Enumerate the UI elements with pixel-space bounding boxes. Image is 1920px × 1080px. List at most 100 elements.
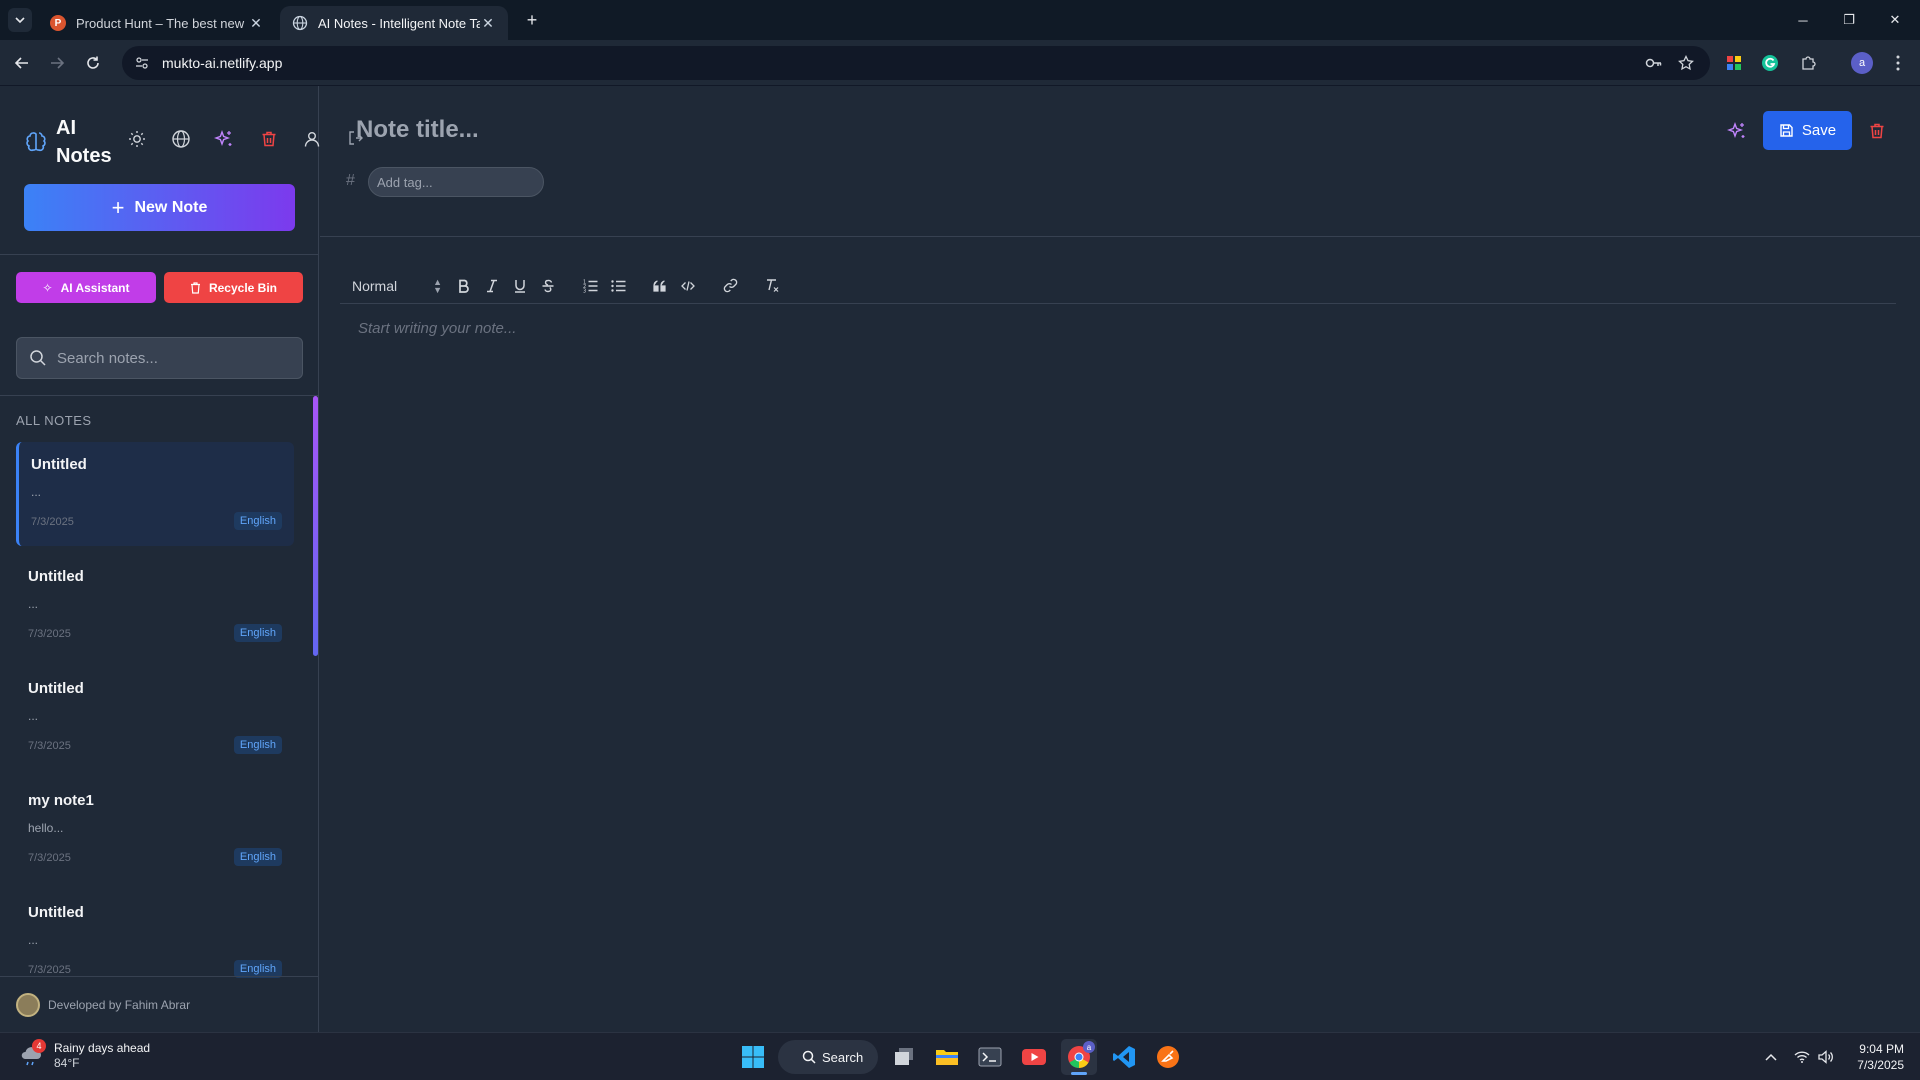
browser-toolbar: mukto-ai.netlify.app a — [0, 40, 1920, 86]
close-window-button[interactable]: ✕ — [1872, 0, 1918, 40]
new-tab-button[interactable]: + — [520, 8, 544, 32]
clock[interactable]: 9:04 PM 7/3/2025 — [1848, 1041, 1904, 1073]
search-icon — [802, 1050, 816, 1064]
note-language-badge: English — [233, 624, 282, 642]
ai-sparkle-button[interactable] — [211, 126, 237, 152]
notes-scrollbar[interactable] — [313, 396, 318, 656]
note-item[interactable]: my note1 hello... 7/3/2025 English — [16, 778, 294, 882]
show-hidden-icons-button[interactable] — [1761, 1047, 1781, 1067]
strikethrough-button[interactable] — [534, 272, 562, 300]
note-item[interactable]: Untitled ... 7/3/2025 English — [16, 666, 294, 770]
ordered-list-button[interactable]: 123 — [576, 272, 604, 300]
close-tab-icon[interactable]: ✕ — [248, 15, 264, 32]
minimize-button[interactable]: ─ — [1780, 0, 1826, 40]
strikethrough-icon — [542, 279, 554, 292]
note-title-input[interactable] — [356, 116, 1156, 144]
note-preview: ... — [28, 933, 39, 947]
search-box[interactable] — [16, 337, 303, 379]
task-view-button[interactable] — [886, 1039, 922, 1075]
profile-avatar[interactable]: a — [1850, 51, 1874, 75]
note-title: Untitled — [28, 904, 84, 921]
paragraph-format-select[interactable]: Normal ▲ ▼ — [352, 276, 443, 295]
note-date: 7/3/2025 — [28, 740, 71, 752]
delete-note-button[interactable] — [1864, 118, 1890, 144]
password-key-icon[interactable] — [1642, 51, 1666, 75]
clear-format-button[interactable] — [758, 272, 786, 300]
new-note-button[interactable]: + New Note — [24, 184, 295, 231]
developer-credit: Developed by Fahim Abrar — [48, 997, 191, 1012]
blockquote-button[interactable] — [646, 272, 674, 300]
save-button[interactable]: Save — [1763, 111, 1852, 150]
bold-button[interactable] — [450, 272, 478, 300]
trash-button[interactable] — [256, 126, 282, 152]
browser-menu-icon[interactable] — [1886, 51, 1910, 75]
note-language-badge: English — [233, 848, 282, 866]
select-arrows-icon: ▲ ▼ — [433, 276, 443, 295]
developer-avatar — [16, 992, 40, 1017]
quote-icon — [653, 279, 666, 292]
code-icon — [681, 280, 695, 291]
underline-button[interactable] — [506, 272, 534, 300]
ai-assistant-button[interactable]: ✧ AI Assistant — [16, 272, 156, 303]
notes-list: Untitled ... 7/3/2025 English Untitled .… — [16, 442, 296, 982]
tab-search-dropdown[interactable] — [8, 8, 32, 32]
divider — [320, 236, 1920, 237]
add-tag-input[interactable] — [368, 167, 544, 197]
extension-colorful-icon[interactable] — [1722, 51, 1746, 75]
chevron-up-icon — [1765, 1053, 1777, 1061]
reload-icon — [87, 56, 99, 69]
editor-placeholder[interactable]: Start writing your note... — [358, 320, 516, 337]
back-button[interactable] — [9, 50, 35, 76]
weather-badge: 4 — [32, 1039, 46, 1053]
file-explorer-button[interactable] — [929, 1039, 965, 1075]
save-label: Save — [1801, 122, 1837, 139]
note-item[interactable]: Untitled ... 7/3/2025 English — [16, 890, 294, 982]
weather-widget[interactable]: 4 Rainy days ahead 84°F — [18, 1039, 150, 1071]
taskbar-search[interactable]: Search — [778, 1040, 878, 1074]
underline-icon — [515, 279, 525, 293]
start-button[interactable] — [735, 1039, 771, 1075]
note-title: Untitled — [28, 680, 84, 697]
note-title: Untitled — [28, 568, 84, 585]
volume-icon[interactable] — [1816, 1047, 1836, 1067]
extensions-puzzle-icon[interactable] — [1796, 51, 1820, 75]
language-button[interactable] — [168, 126, 194, 152]
arrow-left-icon — [14, 57, 28, 69]
note-item[interactable]: Untitled ... 7/3/2025 English — [16, 442, 294, 546]
ai-assistant-label: AI Assistant — [60, 280, 130, 295]
link-button[interactable] — [716, 272, 744, 300]
hash-icon: # — [346, 172, 355, 189]
grammarly-icon[interactable] — [1758, 51, 1782, 75]
theme-toggle-button[interactable] — [124, 126, 150, 152]
search-input[interactable] — [57, 349, 287, 367]
forward-button[interactable] — [44, 50, 70, 76]
profile-initial: a — [1851, 52, 1873, 74]
youtube-button[interactable] — [1016, 1039, 1052, 1075]
address-bar[interactable]: mukto-ai.netlify.app — [122, 46, 1710, 80]
italic-button[interactable] — [478, 272, 506, 300]
recycle-bin-button[interactable]: Recycle Bin — [164, 272, 303, 303]
vscode-button[interactable] — [1106, 1039, 1142, 1075]
reload-button[interactable] — [80, 50, 106, 76]
postman-button[interactable] — [1150, 1039, 1186, 1075]
site-info-icon[interactable] — [134, 55, 150, 71]
task-view-icon — [895, 1048, 913, 1065]
bookmark-star-icon[interactable] — [1674, 51, 1698, 75]
browser-tab-ai-notes[interactable]: AI Notes - Intelligent Note Taki ✕ — [280, 6, 508, 40]
code-button[interactable] — [674, 272, 702, 300]
bullet-list-button[interactable] — [604, 272, 632, 300]
chevron-down-icon — [15, 17, 25, 24]
close-tab-icon[interactable]: ✕ — [480, 15, 496, 32]
browser-tab-product-hunt[interactable]: P Product Hunt – The best new p ✕ — [38, 6, 276, 40]
new-note-label: New Note — [134, 198, 208, 216]
wifi-icon[interactable] — [1792, 1047, 1812, 1067]
sparkles-icon: ✧ — [42, 280, 53, 295]
restore-button[interactable]: ❐ — [1826, 0, 1872, 40]
note-item[interactable]: Untitled ... 7/3/2025 English — [16, 554, 294, 658]
ordered-list-icon: 123 — [583, 279, 597, 293]
weather-temp: 84°F — [54, 1056, 80, 1070]
chrome-button[interactable]: a — [1061, 1039, 1097, 1075]
terminal-button[interactable] — [972, 1039, 1008, 1075]
note-title: Untitled — [31, 456, 87, 473]
ai-enhance-button[interactable] — [1724, 118, 1750, 144]
